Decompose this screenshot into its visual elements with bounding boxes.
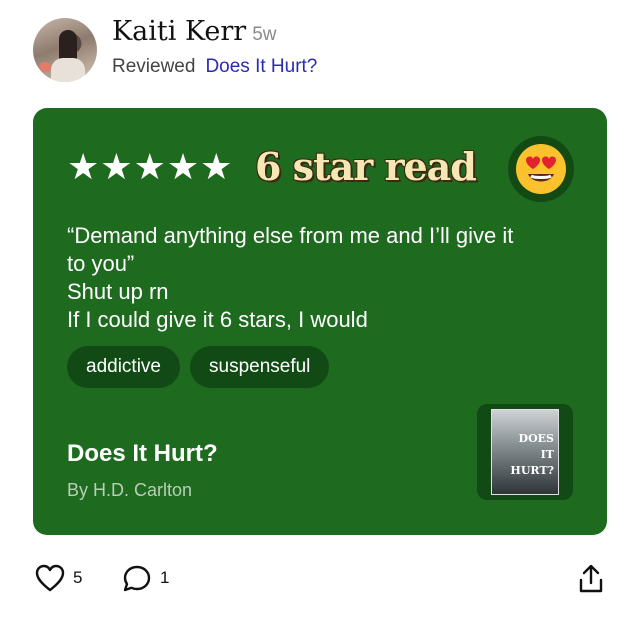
cover-title-word: HURT?	[510, 464, 554, 477]
star-icon: ★	[67, 147, 100, 188]
action-bar: 5 1	[0, 560, 640, 600]
reviewer-name-row: Kaiti Kerr 5w	[112, 16, 277, 47]
review-text: “Demand anything else from me and I’ll g…	[67, 222, 577, 334]
star-icon: ★	[100, 147, 133, 188]
comment-bubble-icon	[123, 565, 151, 592]
review-line: to you”	[67, 251, 135, 276]
review-line: “Demand anything else from me and I’ll g…	[67, 223, 514, 248]
mood-tags: addictive suspenseful	[67, 346, 330, 388]
tag-addictive[interactable]: addictive	[67, 346, 180, 388]
book-cover-image: DOES IT HURT?	[491, 409, 559, 495]
star-icon: ★	[133, 147, 166, 188]
book-title[interactable]: Does It Hurt?	[67, 440, 218, 468]
comment-button[interactable]: 1	[122, 564, 169, 592]
post-time: 5w	[252, 24, 277, 45]
book-author[interactable]: By H.D. Carlton	[67, 480, 192, 501]
review-line: If I could give it 6 stars, I would	[67, 307, 368, 332]
review-headline-sticker: 6 star read	[255, 144, 477, 189]
like-count: 5	[73, 568, 83, 587]
tag-suspenseful[interactable]: suspenseful	[190, 346, 330, 388]
reaction-emoji-badge	[508, 136, 574, 202]
reviewed-line: Reviewed Does It Hurt?	[112, 56, 317, 78]
review-line: Shut up rn	[67, 279, 169, 304]
cover-title-word: DOES	[518, 432, 554, 445]
heart-eyes-emoji-icon	[516, 144, 566, 194]
reviewer-name[interactable]: Kaiti Kerr	[112, 16, 246, 47]
like-button[interactable]: 5	[35, 564, 82, 592]
star-icon: ★	[200, 147, 233, 188]
book-cover-button[interactable]: DOES IT HURT?	[477, 404, 573, 500]
share-icon	[579, 564, 603, 593]
share-button[interactable]	[578, 564, 604, 594]
reviewed-book-link[interactable]: Does It Hurt?	[205, 56, 317, 77]
comment-count: 1	[160, 568, 170, 587]
cover-title-word: IT	[540, 448, 554, 461]
reviewed-label: Reviewed	[112, 56, 196, 77]
star-rating: ★ ★ ★ ★ ★	[67, 150, 232, 186]
star-icon: ★	[166, 147, 200, 188]
heart-outline-icon	[35, 564, 65, 592]
review-card[interactable]: ★ ★ ★ ★ ★ 6 star read “Demand anything e…	[33, 108, 607, 535]
reviewer-avatar[interactable]	[33, 18, 97, 82]
